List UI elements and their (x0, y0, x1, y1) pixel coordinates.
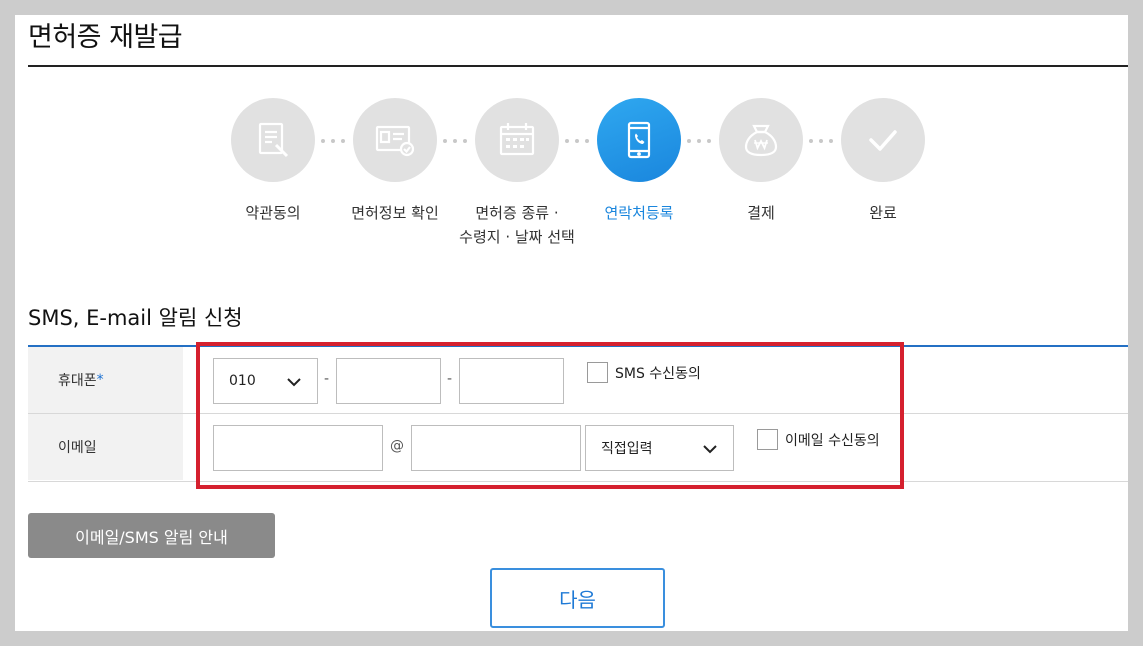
phone-label: 휴대폰 * (28, 347, 183, 413)
step-label-terms: 약관동의 (245, 204, 301, 222)
step-license-info-circle (353, 98, 437, 182)
step-connector (443, 139, 467, 143)
phone-label-text: 휴대폰 (58, 373, 97, 389)
email-sms-notice-button[interactable]: 이메일/SMS 알림 안내 (28, 513, 275, 558)
step-connector (809, 139, 833, 143)
step-contact-circle (597, 98, 681, 182)
highlight-box (196, 342, 904, 489)
required-mark: * (96, 372, 104, 388)
page: 면허증 재발급 약관동의 면허정보 확인 면허증 종류 · 수령지 · 날짜 선… (15, 15, 1128, 631)
step-complete-circle (841, 98, 925, 182)
step-indicator: 약관동의 면허정보 확인 면허증 종류 · 수령지 · 날짜 선택 연락처등록 … (15, 15, 1128, 275)
calendar-icon (499, 123, 535, 156)
step-label-type-select: 면허증 종류 · 수령지 · 날짜 선택 (452, 201, 582, 249)
step-label-license-info: 면허정보 확인 (351, 204, 439, 222)
email-label: 이메일 (28, 414, 183, 480)
step-connector (321, 139, 345, 143)
phone-icon (627, 121, 651, 159)
document-pen-icon (258, 122, 289, 158)
section-title: SMS, E-mail 알림 신청 (28, 306, 243, 330)
step-label-contact: 연락처등록 (604, 204, 674, 222)
step-connector (565, 139, 589, 143)
checkmark-icon (869, 130, 897, 151)
step-label-complete: 완료 (869, 204, 897, 222)
step-connector (687, 139, 711, 143)
next-button[interactable]: 다음 (490, 568, 665, 628)
step-label-payment: 결제 (747, 204, 775, 222)
id-card-check-icon (375, 125, 415, 157)
step-label-line1: 면허증 종류 · (475, 204, 559, 222)
money-bag-icon (744, 124, 778, 157)
step-type-select-circle (475, 98, 559, 182)
step-terms-circle (231, 98, 315, 182)
step-label-line2: 수령지 · 날짜 선택 (459, 228, 575, 246)
step-payment-circle (719, 98, 803, 182)
email-label-text: 이메일 (58, 440, 97, 456)
